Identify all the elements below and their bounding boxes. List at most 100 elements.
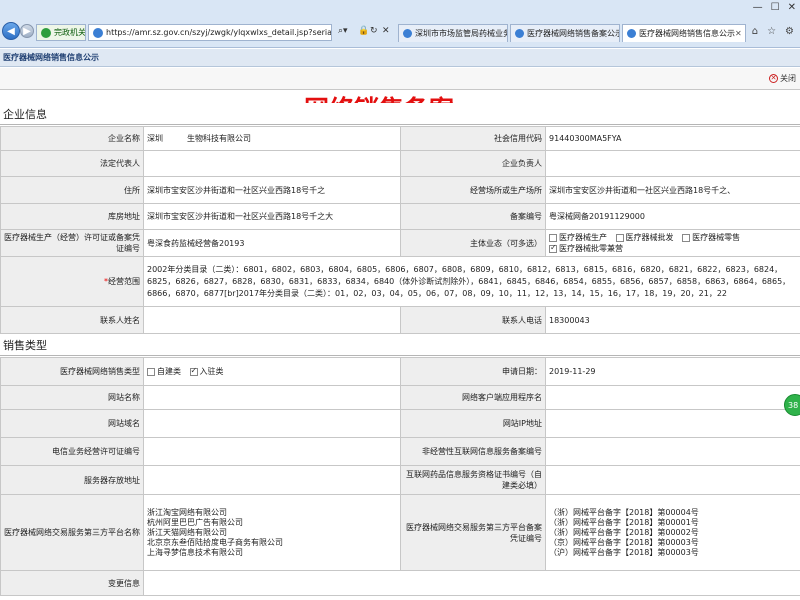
- table-row: 变更信息: [0, 570, 800, 596]
- address-text: https://amr.sz.gov.cn/szyj/zwgk/ylqxwlxs…: [106, 28, 332, 37]
- table-row: 库房地址 深圳市宝安区沙井街道和一社区兴业西路18号千之大 备案编号 粤深械网备…: [0, 203, 800, 230]
- tab-close-icon[interactable]: ✕: [735, 29, 742, 38]
- field-label: 网站名称: [0, 385, 144, 410]
- field-label: 社会信用代码: [400, 126, 546, 151]
- window-controls: — ☐ ✕: [753, 2, 796, 13]
- breadcrumb: 医疗器械网络销售信息公示: [0, 49, 800, 67]
- checkbox-self-built[interactable]: 自建类: [147, 367, 181, 376]
- search-icon[interactable]: ⌕▾: [338, 26, 348, 36]
- close-button[interactable]: ✕ 关闭: [769, 73, 796, 84]
- list-item: 北京京东叁佰陆拾度电子商务有限公司: [147, 537, 283, 547]
- checkbox-label: 医疗器械零售: [692, 233, 741, 242]
- list-item: （浙）网械平台备字【2018】第00002号: [549, 527, 699, 537]
- site-name-value: [143, 385, 401, 410]
- table-row: 网站域名 网站IP地址: [0, 409, 800, 438]
- field-label: 网站域名: [0, 409, 144, 438]
- field-label: 网络客户端应用程序名: [400, 385, 546, 410]
- section-title: 企业信息: [3, 107, 47, 121]
- checkbox[interactable]: [549, 233, 557, 242]
- server-address-value: [143, 465, 401, 495]
- table-row: 网站名称 网络客户端应用程序名: [0, 385, 800, 410]
- field-label: 备案编号: [400, 203, 546, 230]
- checkbox-settled[interactable]: 入驻类: [189, 366, 224, 376]
- legal-rep-value: [143, 150, 401, 177]
- contact-name-value: [143, 306, 401, 334]
- field-label: 住所: [0, 176, 144, 204]
- checkbox-label: 医疗器械批发: [625, 233, 674, 242]
- section-title-company: 企业信息: [0, 103, 800, 125]
- tab-label: 医疗器械网络销售备案公示信息: [527, 29, 619, 38]
- checkbox-wholesale-production[interactable]: 医疗器械生产: [549, 233, 607, 242]
- platform-list: 浙江淘宝网络有限公司 杭州阿里巴巴广告有限公司 浙江天猫网络有限公司 北京京东叁…: [143, 494, 401, 571]
- checkbox[interactable]: [615, 233, 624, 242]
- table-row: 住所 深圳市宝安区沙井街道和一社区兴业西路18号千之 经营场所或生产场所 深圳市…: [0, 176, 800, 204]
- field-label: 企业负责人: [400, 150, 546, 177]
- field-label: 医疗器械网络销售类型: [0, 357, 144, 386]
- star-icon[interactable]: ☆: [767, 26, 776, 37]
- home-icon[interactable]: ⌂: [752, 26, 758, 37]
- tab-drug-business[interactable]: 深圳市市场监管局药械业务信...: [398, 24, 508, 42]
- apply-date-value: 2019-11-29: [545, 357, 800, 386]
- ip-value: [545, 409, 800, 438]
- icp-record-value: [545, 437, 800, 466]
- tab-record-info[interactable]: 医疗器械网络销售备案公示信息: [510, 24, 620, 42]
- checkbox[interactable]: [682, 233, 691, 242]
- tab-icon: [627, 29, 636, 38]
- field-label: 服务器存放地址: [0, 465, 144, 495]
- record-number-value: 粤深械网备20191129000: [545, 203, 800, 230]
- checkbox[interactable]: [147, 367, 155, 376]
- business-type-options: 医疗器械生产 医疗器械批发 医疗器械零售 医疗器械批零兼营: [545, 229, 800, 257]
- table-row: 企业名称 深圳 生物科技有限公司 社会信用代码 91440300MA5FYA: [0, 126, 800, 151]
- table-row: 医疗器械网络交易服务第三方平台名称 浙江淘宝网络有限公司 杭州阿里巴巴广告有限公…: [0, 494, 800, 571]
- badge-count: 38: [788, 400, 799, 410]
- field-label: 变更信息: [0, 570, 144, 596]
- close-window-icon[interactable]: ✕: [788, 2, 796, 13]
- app-name-value: [545, 385, 800, 410]
- field-label: 电信业务经营许可证编号: [0, 437, 144, 466]
- section-title: 销售类型: [3, 338, 47, 352]
- checkbox-wholesale[interactable]: 医疗器械批发: [615, 233, 674, 242]
- back-button[interactable]: ◀: [2, 22, 20, 40]
- checkbox-label: 自建类: [157, 367, 181, 376]
- favorites-icon: [41, 27, 51, 38]
- refresh-icon[interactable]: ↻: [370, 26, 378, 36]
- list-item: （沪）网械平台备字【2018】第00003号: [549, 547, 699, 557]
- field-label: 联系人电话: [400, 306, 546, 334]
- field-label: 医疗器械生产（经营）许可证或备案凭证编号: [0, 229, 144, 257]
- field-label: 互联网药品信息服务资格证书编号（自建类必填）: [400, 465, 546, 495]
- stop-icon[interactable]: ✕: [382, 26, 390, 36]
- floating-badge[interactable]: 38: [784, 394, 800, 416]
- field-label: 经营场所或生产场所: [400, 176, 546, 204]
- address-bar[interactable]: https://amr.sz.gov.cn/szyj/zwgk/ylqxwlxs…: [88, 24, 332, 41]
- telecom-license-value: [143, 437, 401, 466]
- checkbox[interactable]: [549, 243, 557, 253]
- record-list: （浙）网械平台备字【2018】第00004号 （浙）网械平台备字【2018】第0…: [545, 494, 800, 571]
- list-item: 浙江淘宝网络有限公司: [147, 507, 227, 517]
- list-item: 上海寻梦信息技术有限公司: [147, 547, 243, 557]
- checkbox-label: 入驻类: [199, 367, 224, 376]
- table-row: 法定代表人 企业负责人: [0, 150, 800, 177]
- checkbox-label: 医疗器械批零兼营: [559, 244, 623, 253]
- list-item: 浙江天猫网络有限公司: [147, 527, 227, 537]
- checkbox-wholesale-retail[interactable]: 医疗器械批零兼营: [549, 243, 623, 253]
- tab-label: 医疗器械网络销售信息公示: [639, 29, 735, 38]
- maximize-icon[interactable]: ☐: [771, 2, 780, 13]
- minimize-icon[interactable]: —: [753, 2, 763, 13]
- tab-sales-info[interactable]: 医疗器械网络销售信息公示 ✕: [622, 24, 746, 42]
- field-label: 法定代表人: [0, 150, 144, 177]
- list-item: （浙）网械平台备字【2018】第00001号: [549, 517, 699, 527]
- field-label: 医疗器械网络交易服务第三方平台名称: [0, 494, 144, 571]
- favorites-button[interactable]: 完政机关 匿: [36, 24, 86, 41]
- field-label: 库房地址: [0, 203, 144, 230]
- forward-button[interactable]: ▶: [20, 24, 34, 38]
- business-place-value: 深圳市宝安区沙井街道和一社区兴业西路18号千之、: [545, 176, 800, 204]
- table-row: 联系人姓名 联系人电话 18300043: [0, 306, 800, 334]
- section-title-sales: 销售类型: [0, 334, 800, 356]
- gear-icon[interactable]: ⚙: [785, 26, 794, 37]
- field-label: 非经营性互联网信息服务备案编号: [400, 437, 546, 466]
- list-item: （京）网械平台备字【2018】第00003号: [549, 537, 699, 547]
- checkbox[interactable]: [189, 366, 198, 376]
- checkbox-retail[interactable]: 医疗器械零售: [682, 233, 740, 242]
- table-row: *经营范围 2002年分类目录（二类）：6801，6802，6803，6804，…: [0, 256, 800, 307]
- field-label: 网站IP地址: [400, 409, 546, 438]
